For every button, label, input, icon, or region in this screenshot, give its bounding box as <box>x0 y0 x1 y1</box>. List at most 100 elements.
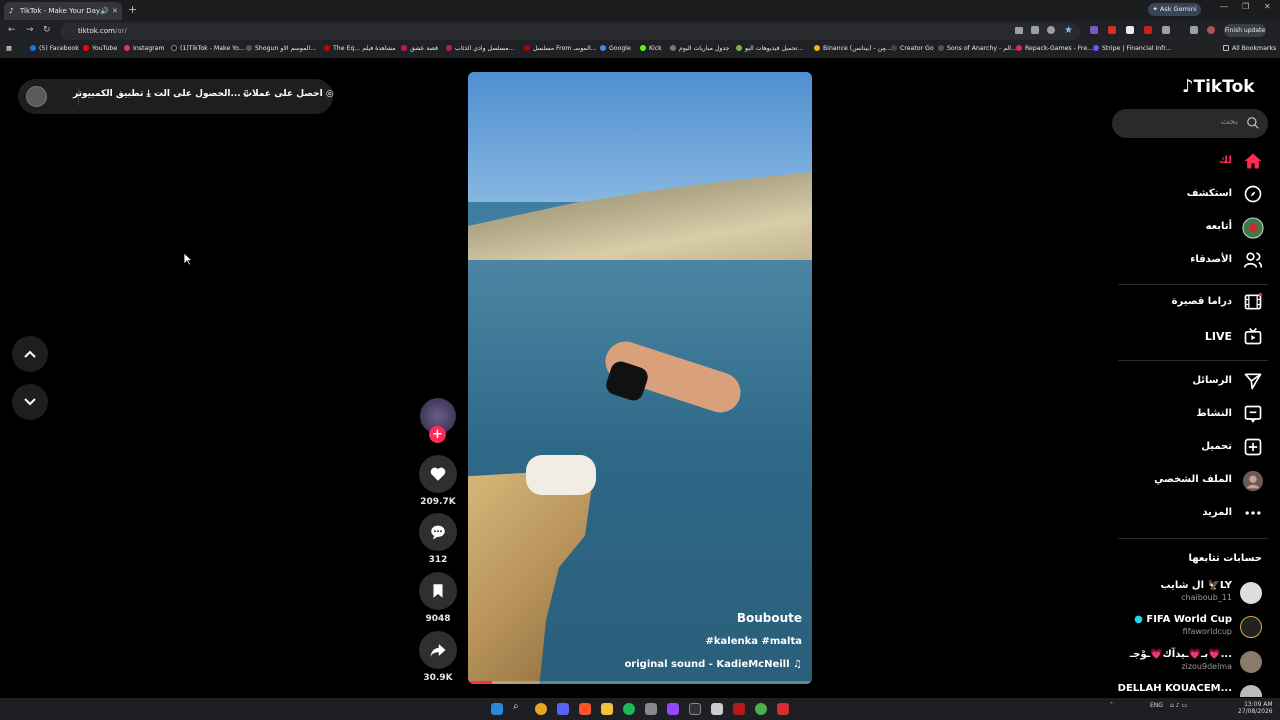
bookmark-item[interactable]: تحميل فيديوهات اليو... <box>736 45 803 52</box>
all-bookmarks[interactable]: All Bookmarks <box>1223 45 1276 52</box>
cast-icon[interactable] <box>1031 26 1039 34</box>
like-button[interactable] <box>419 455 457 493</box>
reload-icon[interactable]: ↻ <box>43 25 51 35</box>
sidebar-item-friends[interactable]: الأصدقاء <box>1144 250 1264 272</box>
extension-icon[interactable] <box>1090 26 1098 34</box>
bookmark-item[interactable]: Sons of Anarchy - الم... <box>938 45 1017 52</box>
sidebar-item-following[interactable]: أتابعه <box>1144 217 1264 239</box>
file-explorer-icon[interactable] <box>601 703 613 715</box>
speaker-icon[interactable]: 🔊 <box>100 2 109 20</box>
video-player[interactable]: Bouboute #kalenka #malta original sound … <box>468 72 812 684</box>
bookmark-item[interactable]: Shogun الموسم الاو... <box>246 45 316 52</box>
sidebar-item-explore[interactable]: استكشف <box>1144 184 1264 206</box>
discord-icon[interactable] <box>557 703 569 715</box>
app-icon[interactable] <box>711 703 723 715</box>
sidebar-item-profile[interactable]: الملف الشخصي <box>1144 470 1264 492</box>
tab-tiktok[interactable]: ♪ TikTok - Make Your Day 🔊 ✕ <box>4 2 122 20</box>
star-icon[interactable]: ★ <box>1064 25 1073 36</box>
save-button[interactable] <box>419 572 457 610</box>
video-progress-bar[interactable] <box>468 681 812 684</box>
following-account[interactable]: ● FIFA World Cup fifaworldcup <box>1112 614 1262 642</box>
video-sound[interactable]: original sound - KadieMcNeill ♫ <box>624 659 802 670</box>
zoom-icon[interactable] <box>1047 26 1055 34</box>
bookmark-item[interactable]: (1)TikTok - Make Yo... <box>171 45 245 52</box>
bookmark-item[interactable]: (5) Facebook <box>30 45 79 52</box>
extensions-puzzle-icon[interactable] <box>1162 26 1170 34</box>
address-bar[interactable]: tiktok.com/ar/ <box>60 23 1080 40</box>
tray-overflow-icon[interactable]: ˄ <box>1110 702 1113 709</box>
chrome-icon[interactable] <box>755 703 767 715</box>
minimize-icon[interactable]: — <box>1220 2 1228 11</box>
sidebar-item-short-drama[interactable]: دراما قصيرة <box>1144 292 1264 314</box>
video-author[interactable]: Bouboute <box>737 611 802 625</box>
sidebar-item-more[interactable]: المزيد <box>1144 503 1264 525</box>
windows-start-icon[interactable] <box>491 703 503 715</box>
comment-button[interactable] <box>419 513 457 551</box>
tab-close-icon[interactable]: ✕ <box>112 2 118 20</box>
extension-icon[interactable] <box>1108 26 1116 34</box>
finish-update-button[interactable]: Finish update <box>1224 24 1266 37</box>
bookmark-item[interactable]: Binance (بينانس) - مِن... <box>814 45 892 52</box>
desktop-app-button[interactable]: تطبيق الكمبيوتر ⤓ <box>73 89 151 99</box>
follow-plus-icon[interactable]: + <box>429 426 446 443</box>
get-app-button[interactable]: الحصول على الت... ▯ <box>154 89 249 99</box>
previous-video-button[interactable] <box>12 336 48 372</box>
language-indicator[interactable]: ENG <box>1150 702 1163 709</box>
bookmark-item[interactable]: جدول مباريات اليوم <box>670 45 729 52</box>
brave-icon[interactable] <box>579 703 591 715</box>
sidebar-item-upload[interactable]: تحميل <box>1144 437 1264 459</box>
next-video-button[interactable] <box>12 384 48 420</box>
like-count: 209.7K <box>420 497 456 507</box>
bookmark-item[interactable]: Kick <box>640 45 662 52</box>
media-icon[interactable] <box>1190 26 1198 34</box>
extension-icon[interactable] <box>1126 26 1134 34</box>
back-icon[interactable]: ← <box>8 25 16 35</box>
search-input[interactable]: بحث <box>1112 109 1268 138</box>
get-coins-button[interactable]: احصل على عملات ◎ <box>243 89 334 99</box>
bookmark-item[interactable]: Instagram <box>124 45 164 52</box>
bookmark-item[interactable]: The Eq... مشاهدة فيلم <box>324 45 396 52</box>
video-hashtags[interactable]: #kalenka #malta <box>706 636 803 647</box>
following-account[interactable]: ال شايب 🦅LY chaiboub_11 <box>1112 580 1262 608</box>
sidebar-item-live[interactable]: LIVE <box>1144 326 1264 348</box>
bookmark-icon <box>433 584 443 598</box>
bookmark-item[interactable]: قصة عشق <box>401 45 438 52</box>
tiktok-logo[interactable]: ♪TikTok <box>1182 76 1255 97</box>
search-icon[interactable] <box>1246 116 1260 130</box>
bookmark-item[interactable]: مسلسل وادي الذئاب... <box>446 45 515 52</box>
apps-icon[interactable]: ▦ <box>6 45 12 52</box>
user-avatar[interactable] <box>26 86 47 107</box>
chrome-icon[interactable] <box>535 703 547 715</box>
sidebar-item-for-you[interactable]: لك <box>1144 151 1264 173</box>
app-icon[interactable] <box>777 703 789 715</box>
bookmark-item[interactable]: Google <box>600 45 631 52</box>
search-icon[interactable]: ⌕ <box>513 701 525 713</box>
bookmark-item[interactable]: Stripe | Financial Infr... <box>1093 45 1171 52</box>
sidebar-item-messages[interactable]: الرسائل <box>1144 371 1264 393</box>
spotify-icon[interactable] <box>623 703 635 715</box>
app-icon[interactable] <box>689 703 701 715</box>
window-close-icon[interactable]: ✕ <box>1264 2 1271 11</box>
bookmark-item[interactable]: Repack-Games - Fre... <box>1016 45 1093 52</box>
app-icon[interactable] <box>645 703 657 715</box>
network-icon[interactable]: ⌂ ♪ ▭ <box>1170 702 1187 709</box>
bookmark-item[interactable]: Creator Go <box>891 45 934 52</box>
extension-icon[interactable] <box>1144 26 1152 34</box>
profile-icon[interactable] <box>1207 26 1215 34</box>
ask-gemini-button[interactable]: ✦ Ask Gemini <box>1148 3 1201 16</box>
share-button[interactable] <box>419 631 457 669</box>
forward-icon[interactable]: → <box>26 25 34 35</box>
clock[interactable]: 13:09 AM 27/08/2026 <box>1238 701 1273 715</box>
translate-icon[interactable] <box>1015 27 1023 34</box>
restore-icon[interactable]: ❐ <box>1242 2 1249 11</box>
new-tab-button[interactable]: + <box>128 3 137 16</box>
twitch-icon[interactable] <box>667 703 679 715</box>
sidebar-item-activity[interactable]: النشاط <box>1144 404 1264 426</box>
following-account[interactable]: بـ💗ـيدآك💗ـوْجـ💗... zizou9delma <box>1112 649 1262 677</box>
tiktok-favicon-icon: ♪ <box>9 7 14 15</box>
share-count: 30.9K <box>423 673 453 683</box>
app-icon[interactable] <box>733 703 745 715</box>
bookmark-item[interactable]: YouTube <box>83 45 117 52</box>
following-account[interactable]: DELLAH KOUACEM... <box>1112 683 1262 697</box>
bookmark-item[interactable]: مسلسل From الموسـ... <box>524 45 597 52</box>
